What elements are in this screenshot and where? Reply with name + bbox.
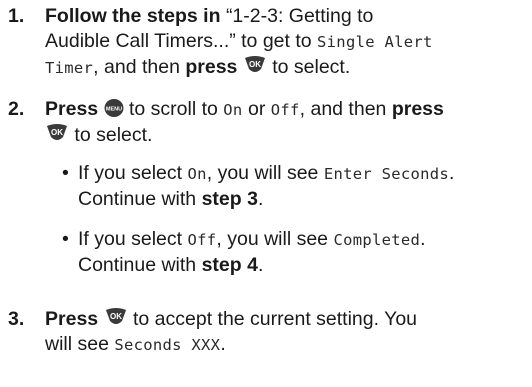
lcd-menu-item-cont: Timer [45, 59, 94, 77]
continue-text: Continue with [78, 188, 197, 210]
period: . [257, 254, 264, 276]
bullet-item-on: • If you select On, you will see Enter S… [62, 161, 530, 212]
bullet-prefix: If you select [78, 228, 183, 250]
bullet-end: . [420, 228, 426, 250]
step-mid-text: , and then [93, 56, 180, 78]
step-text: Follow the steps in “1-2-3: Getting to A… [45, 4, 530, 81]
then-text: , and then [299, 98, 387, 120]
step-number: 1. [8, 5, 25, 27]
step-tail: to select. [74, 124, 153, 146]
step-action: press [185, 56, 238, 78]
step-tail: to accept the current setting. You [132, 308, 418, 330]
ok-key-icon [243, 55, 267, 75]
step-number: 2. [8, 98, 25, 120]
period: . [220, 333, 226, 355]
bullet-middle: , you will see [206, 162, 319, 184]
or-text: or [247, 98, 266, 120]
step-lead: Follow the steps in [45, 5, 221, 27]
lcd-result: Enter Seconds [323, 165, 450, 183]
menu-key-icon [104, 98, 124, 118]
lcd-result: Completed [333, 231, 421, 249]
step-number: 3. [8, 308, 25, 330]
step-reference: step 3 [201, 188, 258, 210]
bullet-end: . [449, 162, 455, 184]
ok-key-icon [45, 123, 69, 143]
continue-text: Continue with [78, 254, 197, 276]
step-mid-text: to scroll to [128, 98, 218, 120]
step-line-2: will see [45, 333, 109, 355]
lcd-menu-item: Single Alert [317, 33, 433, 51]
step-text: Press to accept the current setting. You… [45, 307, 530, 358]
bullet-middle: , you will see [216, 228, 329, 250]
bullet-prefix: If you select [78, 162, 183, 184]
period: . [257, 188, 264, 210]
step-reference: step 4 [201, 254, 258, 276]
step-text: Press to scroll to On or Off, and then p… [45, 97, 530, 148]
step-tail: to select. [272, 56, 351, 78]
step-reference-cont: Audible Call Timers...” to get to [45, 30, 312, 52]
step-lead: Press [45, 98, 99, 120]
bullet-dot: • [62, 228, 69, 250]
lcd-option-off: Off [270, 101, 300, 119]
bullet-dot: • [62, 162, 69, 184]
lcd-option-on: On [223, 101, 243, 119]
step-reference: “1-2-3: Getting to [225, 5, 374, 27]
lcd-selected-value: On [187, 165, 207, 183]
lcd-selected-value: Off [187, 231, 217, 249]
step-lead: Press [45, 308, 99, 330]
bullet-item-off: • If you select Off, you will see Comple… [62, 227, 530, 278]
step-action: press [391, 98, 444, 120]
lcd-result: Seconds XXX [114, 336, 221, 354]
ok-key-icon [104, 307, 128, 327]
